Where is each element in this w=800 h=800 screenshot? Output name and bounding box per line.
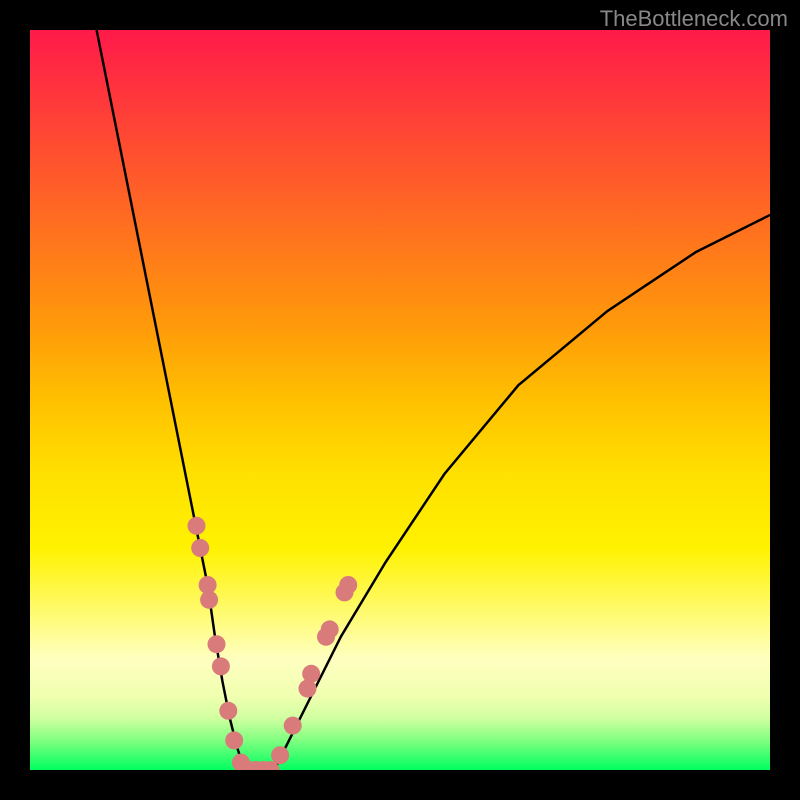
curve-paths xyxy=(97,30,770,770)
bottleneck-curve-right xyxy=(274,215,770,770)
marker-dot xyxy=(200,591,218,609)
marker-dot xyxy=(208,635,226,653)
chart-container: TheBottleneck.com xyxy=(0,0,800,800)
marker-dot xyxy=(191,539,209,557)
marker-dot xyxy=(339,576,357,594)
marker-dot xyxy=(321,620,339,638)
marker-dot xyxy=(284,717,302,735)
marker-dot xyxy=(302,665,320,683)
marker-dot xyxy=(188,517,206,535)
marker-dot xyxy=(219,702,237,720)
marker-dot xyxy=(225,731,243,749)
bottleneck-curve-svg xyxy=(30,30,770,770)
watermark-text: TheBottleneck.com xyxy=(600,6,788,32)
marker-dot xyxy=(271,746,289,764)
plot-area xyxy=(30,30,770,770)
marker-dot xyxy=(212,657,230,675)
marker-dots xyxy=(188,517,358,770)
